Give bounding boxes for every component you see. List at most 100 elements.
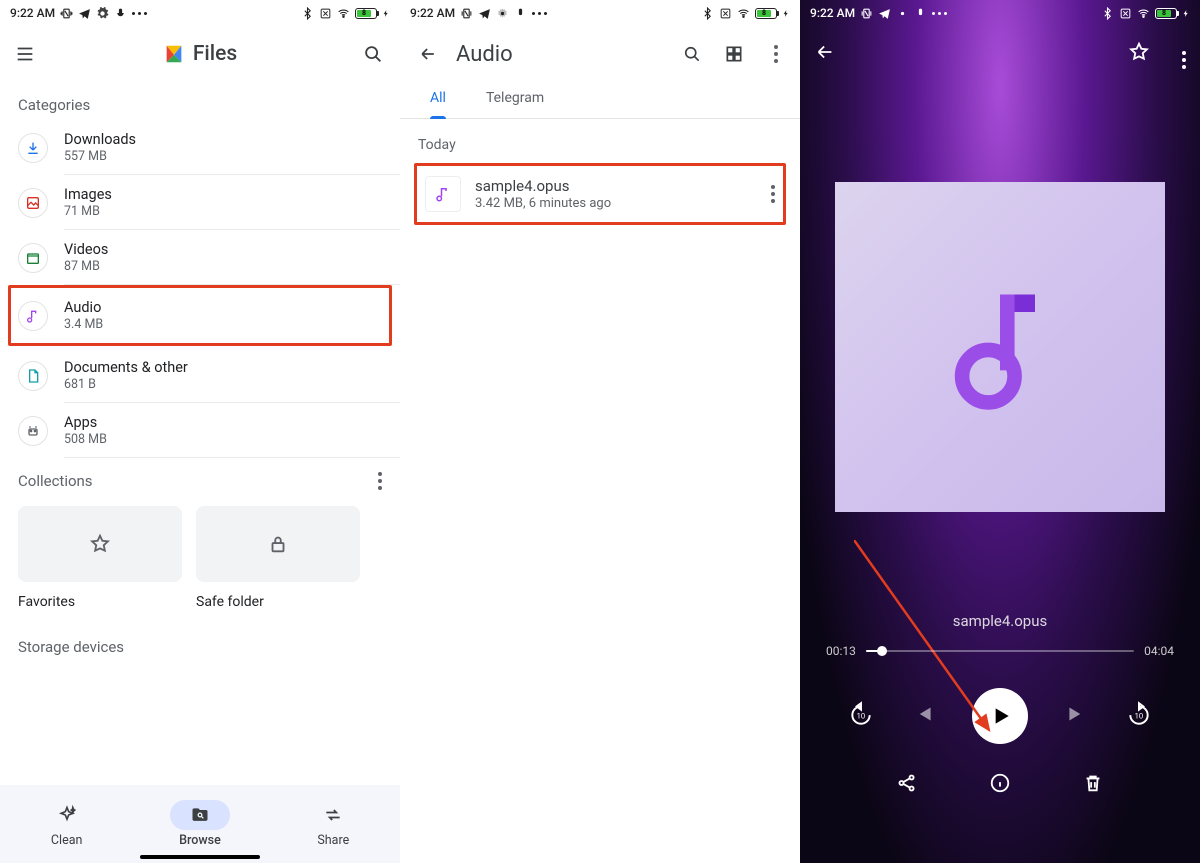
video-icon	[25, 250, 41, 266]
charging-icon	[382, 7, 390, 20]
back-button[interactable]	[814, 41, 836, 67]
play-button[interactable]	[972, 688, 1028, 744]
category-size: 3.4 MB	[64, 317, 103, 332]
more-horizontal-icon	[132, 12, 147, 15]
category-size: 557 MB	[64, 149, 136, 164]
delete-button[interactable]	[1082, 772, 1104, 798]
category-downloads[interactable]: Downloads 557 MB	[0, 120, 400, 175]
overflow-menu-button[interactable]	[762, 45, 790, 63]
trash-icon	[1082, 772, 1104, 794]
charging-icon	[782, 7, 790, 20]
screenshot-audio-list: 9:22 AM 8 Audio	[400, 0, 800, 863]
hamburger-menu-button[interactable]	[14, 43, 38, 65]
arrow-back-icon	[418, 44, 438, 64]
arrow-back-icon	[814, 41, 836, 63]
search-button[interactable]	[362, 43, 386, 65]
view-grid-button[interactable]	[720, 44, 748, 64]
star-icon	[89, 533, 111, 555]
group-heading-today: Today	[400, 119, 800, 163]
telegram-icon	[78, 7, 91, 20]
safe-folder-label: Safe folder	[178, 588, 342, 610]
app-bar: Audio	[400, 26, 800, 82]
more-horizontal-icon	[532, 12, 547, 15]
vibrate-icon	[460, 7, 473, 20]
favorites-label: Favorites	[0, 588, 164, 610]
charging-icon	[1182, 7, 1190, 20]
gear-icon	[896, 7, 909, 20]
search-button[interactable]	[678, 44, 706, 64]
filter-tabs: All Telegram	[400, 82, 800, 119]
svg-text:10: 10	[857, 711, 866, 720]
bluetooth-icon	[701, 7, 714, 20]
forward-10-button[interactable]: 10	[1126, 701, 1152, 731]
share-button[interactable]	[896, 772, 918, 798]
battery-icon: 8	[1155, 8, 1177, 19]
back-button[interactable]	[414, 44, 442, 64]
no-sim-icon	[719, 7, 732, 20]
gear-icon	[496, 7, 509, 20]
telegram-icon	[878, 7, 891, 20]
file-overflow-button[interactable]	[771, 185, 775, 203]
play-icon	[987, 703, 1013, 729]
page-title: Audio	[456, 42, 664, 67]
android-icon	[25, 423, 41, 439]
seek-bar[interactable]	[866, 650, 1134, 652]
hamburger-icon	[14, 43, 36, 65]
seek-bar-row: 00:13 04:04	[800, 630, 1200, 658]
share-icon	[896, 772, 918, 794]
more-vertical-icon	[774, 45, 778, 63]
more-vertical-icon[interactable]	[378, 472, 382, 490]
category-size: 681 B	[64, 377, 188, 392]
more-vertical-icon	[1182, 51, 1186, 69]
no-sim-icon	[1119, 7, 1132, 20]
category-size: 508 MB	[64, 432, 107, 447]
status-bar: 9:22 AM 8	[800, 0, 1200, 26]
image-icon	[25, 195, 41, 211]
previous-track-button[interactable]	[910, 701, 936, 731]
category-videos[interactable]: Videos 87 MB	[0, 230, 400, 285]
categories-heading: Categories	[0, 82, 400, 120]
music-note-large-icon	[930, 277, 1070, 417]
download-icon	[25, 140, 41, 156]
tab-telegram[interactable]: Telegram	[486, 90, 544, 118]
tab-label: Clean	[51, 833, 83, 848]
favorites-card[interactable]	[18, 506, 182, 582]
status-time: 9:22 AM	[10, 6, 55, 20]
tab-clean[interactable]: Clean	[37, 800, 97, 848]
tab-browse[interactable]: Browse	[170, 800, 230, 848]
safe-folder-card[interactable]	[196, 506, 360, 582]
app-bar: Files	[0, 26, 400, 82]
mic-icon	[914, 7, 927, 20]
info-button[interactable]	[989, 772, 1011, 798]
bottom-nav: Clean Browse Share	[0, 785, 400, 863]
search-icon	[682, 44, 702, 64]
lock-icon	[267, 533, 289, 555]
category-documents[interactable]: Documents & other 681 B	[0, 348, 400, 403]
overflow-menu-button[interactable]	[1182, 40, 1186, 69]
favorite-button[interactable]	[1128, 41, 1150, 67]
rewind-10-button[interactable]: 10	[848, 701, 874, 731]
tab-share[interactable]: Share	[303, 800, 363, 848]
status-bar: 9:22 AM 8	[0, 0, 400, 26]
time-total: 04:04	[1144, 644, 1174, 658]
category-images[interactable]: Images 71 MB	[0, 175, 400, 230]
storage-devices-heading: Storage devices	[0, 610, 400, 662]
next-track-button[interactable]	[1064, 701, 1090, 731]
collections-heading: Collections	[18, 472, 93, 490]
battery-icon: 8	[755, 8, 777, 19]
sparkle-icon	[57, 805, 77, 825]
category-apps[interactable]: Apps 508 MB	[0, 403, 400, 458]
file-row[interactable]: sample4.opus 3.42 MB, 6 minutes ago	[417, 166, 783, 222]
tab-all[interactable]: All	[430, 90, 446, 118]
playback-controls: 10 10	[800, 688, 1200, 744]
category-audio[interactable]: Audio 3.4 MB	[11, 288, 389, 343]
status-bar: 9:22 AM 8	[400, 0, 800, 26]
app-title: Files	[193, 42, 237, 66]
svg-text:10: 10	[1135, 711, 1144, 720]
mic-icon	[114, 7, 127, 20]
collections-row: Collections	[0, 458, 400, 496]
bluetooth-icon	[301, 7, 314, 20]
category-name: Downloads	[64, 131, 136, 148]
screenshot-audio-player: 9:22 AM 8	[800, 0, 1200, 863]
mic-icon	[514, 7, 527, 20]
